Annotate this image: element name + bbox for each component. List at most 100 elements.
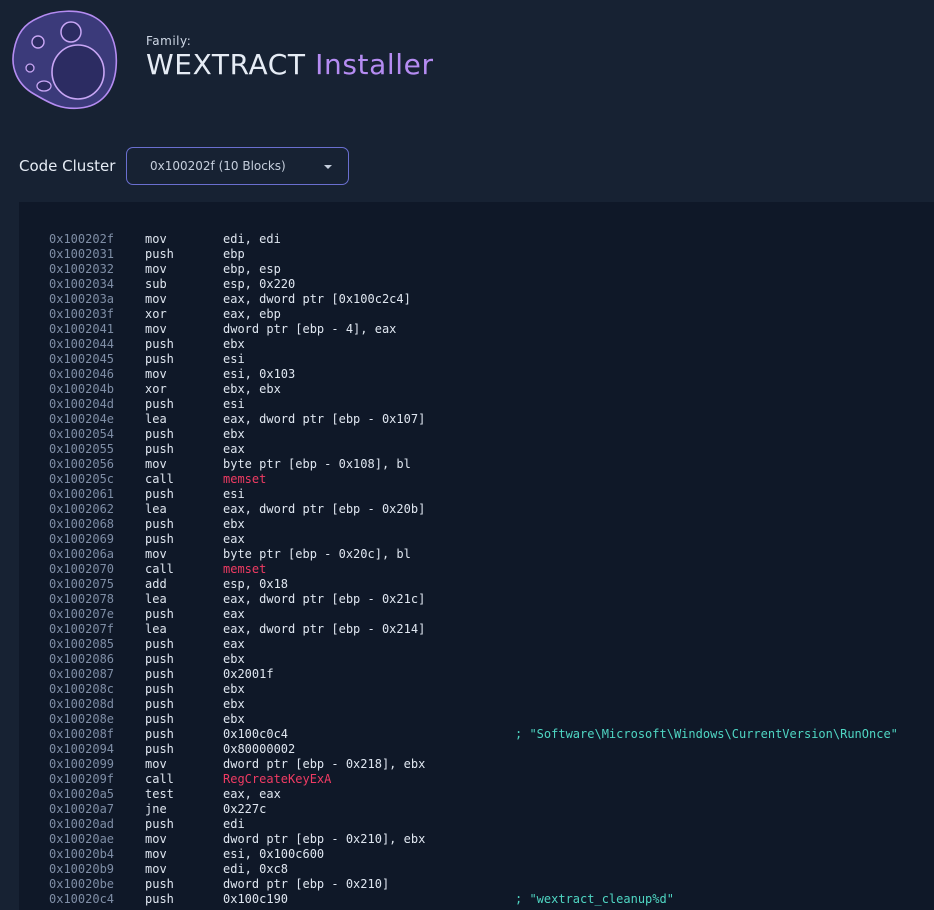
code-line: 0x10020be push dword ptr [ebp - 0x210] — [19, 877, 934, 892]
code-line: 0x100204e lea eax, dword ptr [ebp - 0x107] — [19, 412, 934, 427]
code-line: 0x10020ae mov dword ptr [ebp - 0x210], ebx — [19, 832, 934, 847]
instruction-operands: eax, dword ptr [ebp - 0x21c] — [223, 592, 426, 606]
instruction-operands: ebx — [223, 517, 245, 531]
instruction-address: 0x1002055 — [49, 442, 115, 456]
instruction-operands: esi, 0x100c600 — [223, 847, 325, 861]
instruction-operands: eax, dword ptr [ebp - 0x20b] — [223, 502, 426, 516]
instruction-mnemonic: call — [145, 562, 174, 576]
disassembly-lines: 0x100202f mov edi, edi 0x1002031 push ebp 0x10… — [19, 232, 934, 907]
call-target-link[interactable]: RegCreateKeyExA — [223, 772, 331, 787]
code-line: 0x1002034 sub esp, 0x220 — [19, 277, 934, 292]
instruction-address: 0x1002094 — [49, 742, 115, 756]
code-line: 0x100205c call memset — [19, 472, 934, 487]
code-line: 0x10020b9 mov edi, 0xc8 — [19, 862, 934, 877]
code-line: 0x1002041 mov dword ptr [ebp - 4], eax — [19, 322, 934, 337]
code-line: 0x10020a7 jne 0x227c — [19, 802, 934, 817]
code-line: 0x10020b4 mov esi, 0x100c600 — [19, 847, 934, 862]
instruction-operands: byte ptr [ebp - 0x20c], bl — [223, 547, 411, 561]
instruction-mnemonic: push — [145, 652, 174, 666]
instruction-operands: 0x100c190 — [223, 892, 289, 906]
instruction-address: 0x1002087 — [49, 667, 115, 681]
code-line: 0x1002062 lea eax, dword ptr [ebp - 0x20b] — [19, 502, 934, 517]
instruction-mnemonic: push — [145, 667, 174, 681]
instruction-operands: 0x227c — [223, 802, 267, 816]
instruction-address: 0x100209f — [49, 772, 115, 786]
instruction-operands: 0x100c0c4 — [223, 727, 289, 741]
code-line: 0x100204d push esi — [19, 397, 934, 412]
instruction-operands: ebx — [223, 337, 245, 351]
instruction-address: 0x100208e — [49, 712, 115, 726]
instruction-address: 0x10020a7 — [49, 802, 115, 816]
instruction-mnemonic: mov — [145, 547, 167, 561]
instruction-mnemonic: mov — [145, 862, 167, 876]
instruction-mnemonic: lea — [145, 502, 167, 516]
instruction-address: 0x100203a — [49, 292, 115, 306]
code-cluster-label: Code Cluster — [19, 157, 116, 175]
code-line: 0x1002055 push eax — [19, 442, 934, 457]
instruction-mnemonic: mov — [145, 232, 167, 246]
family-title: WEXTRACT Installer — [146, 48, 434, 81]
instruction-mnemonic: push — [145, 517, 174, 531]
disassembly-panel[interactable]: 0x100202f mov edi, edi 0x1002031 push ebp 0x10… — [19, 202, 934, 910]
instruction-operands: ebx, ebx — [223, 382, 281, 396]
code-line: 0x1002087 push 0x2001f — [19, 667, 934, 682]
code-line: 0x100202f mov edi, edi — [19, 232, 934, 247]
instruction-address: 0x1002062 — [49, 502, 115, 516]
call-target-link[interactable]: memset — [223, 562, 266, 577]
instruction-mnemonic: mov — [145, 457, 167, 471]
instruction-mnemonic: push — [145, 892, 174, 906]
code-line: 0x1002046 mov esi, 0x103 — [19, 367, 934, 382]
call-target-link[interactable]: memset — [223, 472, 266, 487]
instruction-address: 0x10020ad — [49, 817, 115, 831]
instruction-operands: dword ptr [ebp - 0x218], ebx — [223, 757, 426, 771]
instruction-comment: ; "Software\Microsoft\Windows\CurrentVer… — [515, 727, 898, 741]
code-line: 0x100208e push ebx — [19, 712, 934, 727]
instruction-comment: ; "wextract_cleanup%d" — [515, 892, 674, 906]
instruction-address: 0x10020be — [49, 877, 115, 891]
family-logo — [10, 10, 120, 110]
instruction-mnemonic: mov — [145, 292, 167, 306]
instruction-mnemonic: sub — [145, 277, 167, 291]
code-line: 0x100203a mov eax, dword ptr [0x100c2c4] — [19, 292, 934, 307]
instruction-address: 0x1002078 — [49, 592, 115, 606]
code-line: 0x10020a5 test eax, eax — [19, 787, 934, 802]
instruction-mnemonic: jne — [145, 802, 167, 816]
instruction-operands: esi, 0x103 — [223, 367, 296, 381]
code-line: 0x100204b xor ebx, ebx — [19, 382, 934, 397]
code-line: 0x1002056 mov byte ptr [ebp - 0x108], bl — [19, 457, 934, 472]
instruction-operands: esi — [223, 397, 245, 411]
instruction-operands: eax — [223, 442, 245, 456]
code-cluster-select[interactable]: 0x100202f (10 Blocks) — [126, 147, 349, 185]
instruction-address: 0x100202f — [49, 232, 115, 246]
instruction-address: 0x10020a5 — [49, 787, 115, 801]
instruction-mnemonic: call — [145, 772, 174, 786]
instruction-operands: ebx — [223, 427, 245, 441]
instruction-operands: esp, 0x18 — [223, 577, 289, 591]
code-line: 0x1002075 add esp, 0x18 — [19, 577, 934, 592]
instruction-mnemonic: lea — [145, 622, 167, 636]
instruction-address: 0x1002068 — [49, 517, 115, 531]
instruction-operands: eax, ebp — [223, 307, 281, 321]
instruction-operands: ebx — [223, 682, 245, 696]
code-line: 0x1002061 push esi — [19, 487, 934, 502]
instruction-address: 0x100207f — [49, 622, 115, 636]
instruction-address: 0x1002086 — [49, 652, 115, 666]
instruction-mnemonic: push — [145, 247, 174, 261]
instruction-address: 0x100208c — [49, 682, 115, 696]
code-line: 0x1002045 push esi — [19, 352, 934, 367]
code-line: 0x1002078 lea eax, dword ptr [ebp - 0x21c] — [19, 592, 934, 607]
instruction-mnemonic: lea — [145, 592, 167, 606]
code-line: 0x100208d push ebx — [19, 697, 934, 712]
instruction-operands: esi — [223, 487, 245, 501]
code-line: 0x1002085 push eax — [19, 637, 934, 652]
instruction-mnemonic: push — [145, 877, 174, 891]
instruction-address: 0x100207e — [49, 607, 115, 621]
code-line: 0x10020c4 push 0x100c190 ; "wextract_cleanu… — [19, 892, 934, 907]
family-label: Family: — [146, 34, 192, 48]
instruction-mnemonic: push — [145, 427, 174, 441]
instruction-operands: eax, eax — [223, 787, 281, 801]
instruction-mnemonic: xor — [145, 382, 167, 396]
instruction-address: 0x10020ae — [49, 832, 115, 846]
instruction-mnemonic: call — [145, 472, 174, 486]
code-line: 0x1002032 mov ebp, esp — [19, 262, 934, 277]
